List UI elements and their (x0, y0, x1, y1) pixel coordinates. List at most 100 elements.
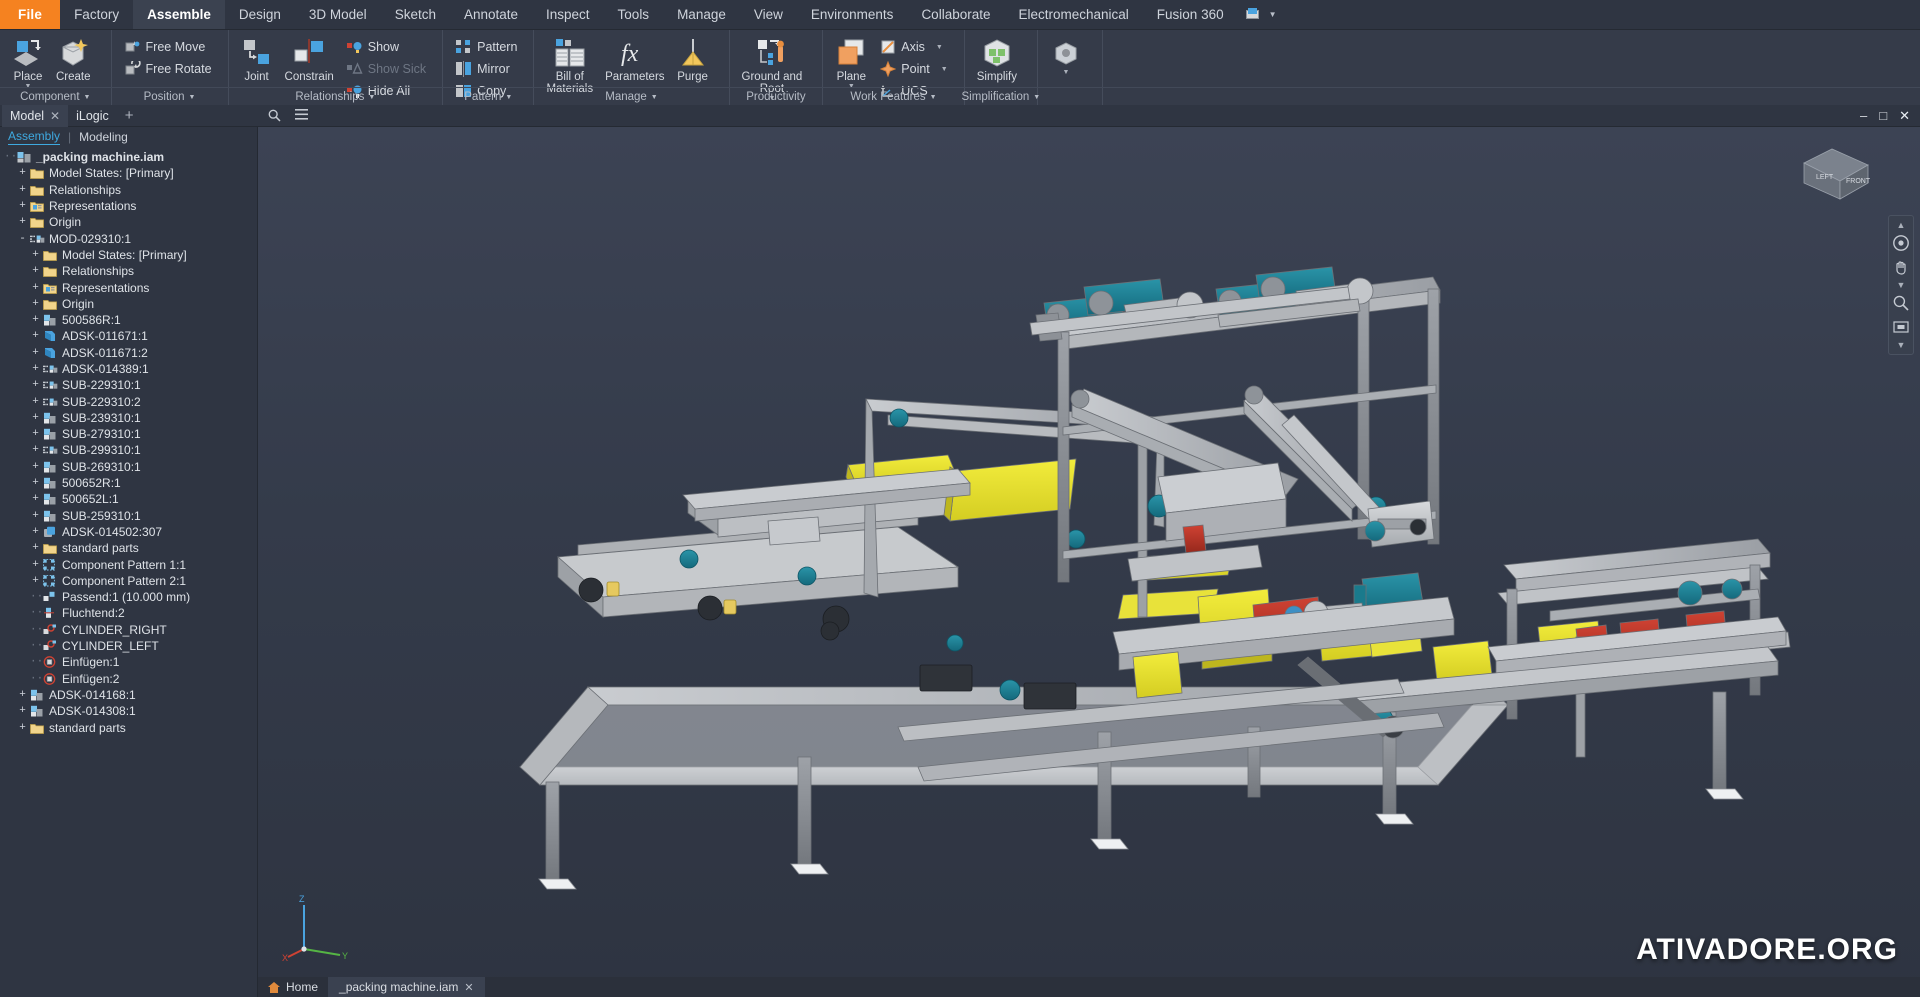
expand-icon[interactable]: + (30, 575, 41, 586)
menu-item-environments[interactable]: Environments (797, 0, 908, 29)
tree-item[interactable]: ·· CYLINDER_LEFT (0, 638, 257, 654)
chevron-down-icon[interactable]: ▼ (941, 66, 948, 73)
ribbon-panel-title[interactable]: Pattern ▼ (443, 89, 533, 105)
menu-item-view[interactable]: View (740, 0, 797, 29)
expand-icon[interactable]: + (30, 298, 41, 309)
ribbon-button-purge[interactable]: Purge (671, 34, 715, 95)
expand-icon[interactable]: + (17, 201, 28, 212)
expand-icon[interactable]: + (30, 364, 41, 375)
ribbon-panel-title[interactable]: Relationships ▼ (229, 89, 443, 105)
tree-item[interactable]: + standard parts (0, 719, 257, 735)
tree-item[interactable]: + Model States: [Primary] (0, 247, 257, 263)
tree-item[interactable]: + Relationships (0, 263, 257, 279)
tree-item[interactable]: + Model States: [Primary] (0, 165, 257, 181)
view-cube[interactable]: LEFT FRONT LEFT FRONT (1798, 143, 1874, 203)
expand-icon[interactable]: + (17, 217, 28, 228)
expand-icon[interactable]: + (30, 461, 41, 472)
chevron-down-icon[interactable]: ▼ (936, 44, 943, 51)
ribbon-button-free-rotate[interactable]: Free Rotate (122, 58, 218, 79)
ribbon-button-convert-icon[interactable]: ▼ (1044, 34, 1088, 76)
close-icon[interactable]: ✕ (50, 109, 60, 123)
tree-item[interactable]: + standard parts (0, 540, 257, 556)
chevron-down-icon[interactable]: ▼ (189, 94, 196, 101)
orbit-full-navigation-icon[interactable] (1892, 234, 1910, 252)
expand-icon[interactable]: + (30, 396, 41, 407)
ribbon-button-bill-of[interactable]: Bill of Materials (540, 34, 599, 95)
ribbon-panel-title[interactable]: Manage ▼ (534, 89, 728, 105)
expand-icon[interactable]: + (30, 526, 41, 537)
expand-icon[interactable]: + (17, 689, 28, 700)
chevron-down-icon-2[interactable]: ▼ (1897, 341, 1906, 350)
tree-item[interactable]: + SUB-259310:1 (0, 508, 257, 524)
tree-item[interactable]: + ADSK-011671:1 (0, 328, 257, 344)
chevron-down-icon[interactable]: ▼ (1897, 281, 1906, 290)
ribbon-button-free-move[interactable]: Free Move (122, 37, 218, 57)
tree-item[interactable]: + Origin (0, 214, 257, 230)
menu-item-inspect[interactable]: Inspect (532, 0, 604, 29)
hamburger-menu-icon[interactable] (294, 108, 308, 123)
tree-item[interactable]: + SUB-239310:1 (0, 410, 257, 426)
ribbon-panel-title[interactable]: Component ▼ (0, 89, 111, 105)
expand-icon[interactable]: + (30, 445, 41, 456)
doc-tab-packing-machine[interactable]: _packing machine.iam ✕ (329, 977, 485, 997)
menu-item-collaborate[interactable]: Collaborate (907, 0, 1004, 29)
search-icon[interactable] (268, 109, 281, 122)
tree-item[interactable]: +500652R:1 (0, 475, 257, 491)
tree-item[interactable]: + SUB-229310:1 (0, 377, 257, 393)
menu-item-sketch[interactable]: Sketch (381, 0, 450, 29)
chevron-down-icon[interactable]: ▼ (505, 94, 512, 101)
ribbon-button-show[interactable]: Show (344, 37, 432, 57)
expand-icon[interactable]: + (30, 282, 41, 293)
tree-item[interactable]: + ADSK-014308:1 (0, 703, 257, 719)
filter-modeling[interactable]: Modeling (79, 130, 128, 144)
add-tab-button[interactable]: + (117, 107, 142, 124)
collapse-icon[interactable]: - (17, 233, 28, 244)
expand-icon[interactable]: + (17, 722, 28, 733)
menu-item-tools[interactable]: Tools (604, 0, 664, 29)
menu-item-electromechanical[interactable]: Electromechanical (1004, 0, 1142, 29)
expand-icon[interactable]: + (30, 331, 41, 342)
browser-tab-model[interactable]: Model ✕ (2, 104, 69, 127)
tree-item[interactable]: + Representations (0, 198, 257, 214)
tree-item[interactable]: + Relationships (0, 182, 257, 198)
menu-item-manage[interactable]: Manage (663, 0, 740, 29)
tree-item[interactable]: ·· Einfügen:1 (0, 654, 257, 670)
ribbon-button-place[interactable]: Place ▼ (6, 34, 50, 90)
tree-item[interactable]: ·· Passend:1 (10.000 mm) (0, 589, 257, 605)
menu-item-design[interactable]: Design (225, 0, 295, 29)
minimize-button[interactable]: – (1860, 108, 1867, 124)
packing-machine-3d-model[interactable] (258, 127, 1920, 997)
tree-item[interactable]: + SUB-299310:1 (0, 442, 257, 458)
tree-item[interactable]: ·· _packing machine.iam (0, 149, 257, 165)
expand-icon[interactable]: + (17, 184, 28, 195)
tree-item[interactable]: + SUB-229310:2 (0, 393, 257, 409)
tree-item[interactable]: + ADSK-014168:1 (0, 687, 257, 703)
ribbon-button-mirror[interactable]: Mirror (453, 59, 523, 79)
expand-icon[interactable]: + (30, 249, 41, 260)
chevron-down-icon[interactable]: ▼ (84, 94, 91, 101)
ribbon-button-parameters[interactable]: fx Parameters (599, 34, 670, 95)
expand-icon[interactable]: + (30, 543, 41, 554)
expand-icon[interactable]: + (30, 510, 41, 521)
tree-item[interactable]: + ADSK-014389:1 (0, 361, 257, 377)
expand-icon[interactable]: + (30, 266, 41, 277)
expand-icon[interactable]: + (30, 347, 41, 358)
maximize-button[interactable]: □ (1879, 108, 1887, 124)
pan-hand-icon[interactable] (1892, 258, 1910, 276)
chevron-down-icon[interactable]: ▼ (651, 94, 658, 101)
expand-icon[interactable]: + (17, 706, 28, 717)
chevron-up-icon[interactable]: ▲ (1897, 221, 1906, 230)
ribbon-panel-title[interactable]: Position ▼ (112, 89, 228, 105)
ribbon-button-plane[interactable]: Plane ▼ (829, 34, 873, 90)
tree-item[interactable]: + Component Pattern 2:1 (0, 573, 257, 589)
ribbon-button-axis[interactable]: Axis ▼ (877, 37, 953, 57)
ribbon-panel-title[interactable]: Simplification ▼ (962, 89, 1041, 105)
chevron-down-icon[interactable]: ▼ (368, 94, 375, 101)
tree-item[interactable]: - MOD-029310:1 (0, 230, 257, 246)
expand-icon[interactable]: + (30, 494, 41, 505)
expand-icon[interactable]: + (30, 315, 41, 326)
menu-item-factory[interactable]: Factory (60, 0, 133, 29)
expand-icon[interactable]: + (30, 429, 41, 440)
cad-dropdown-button[interactable]: ▼ (1238, 0, 1285, 29)
tree-item[interactable]: + Origin (0, 296, 257, 312)
